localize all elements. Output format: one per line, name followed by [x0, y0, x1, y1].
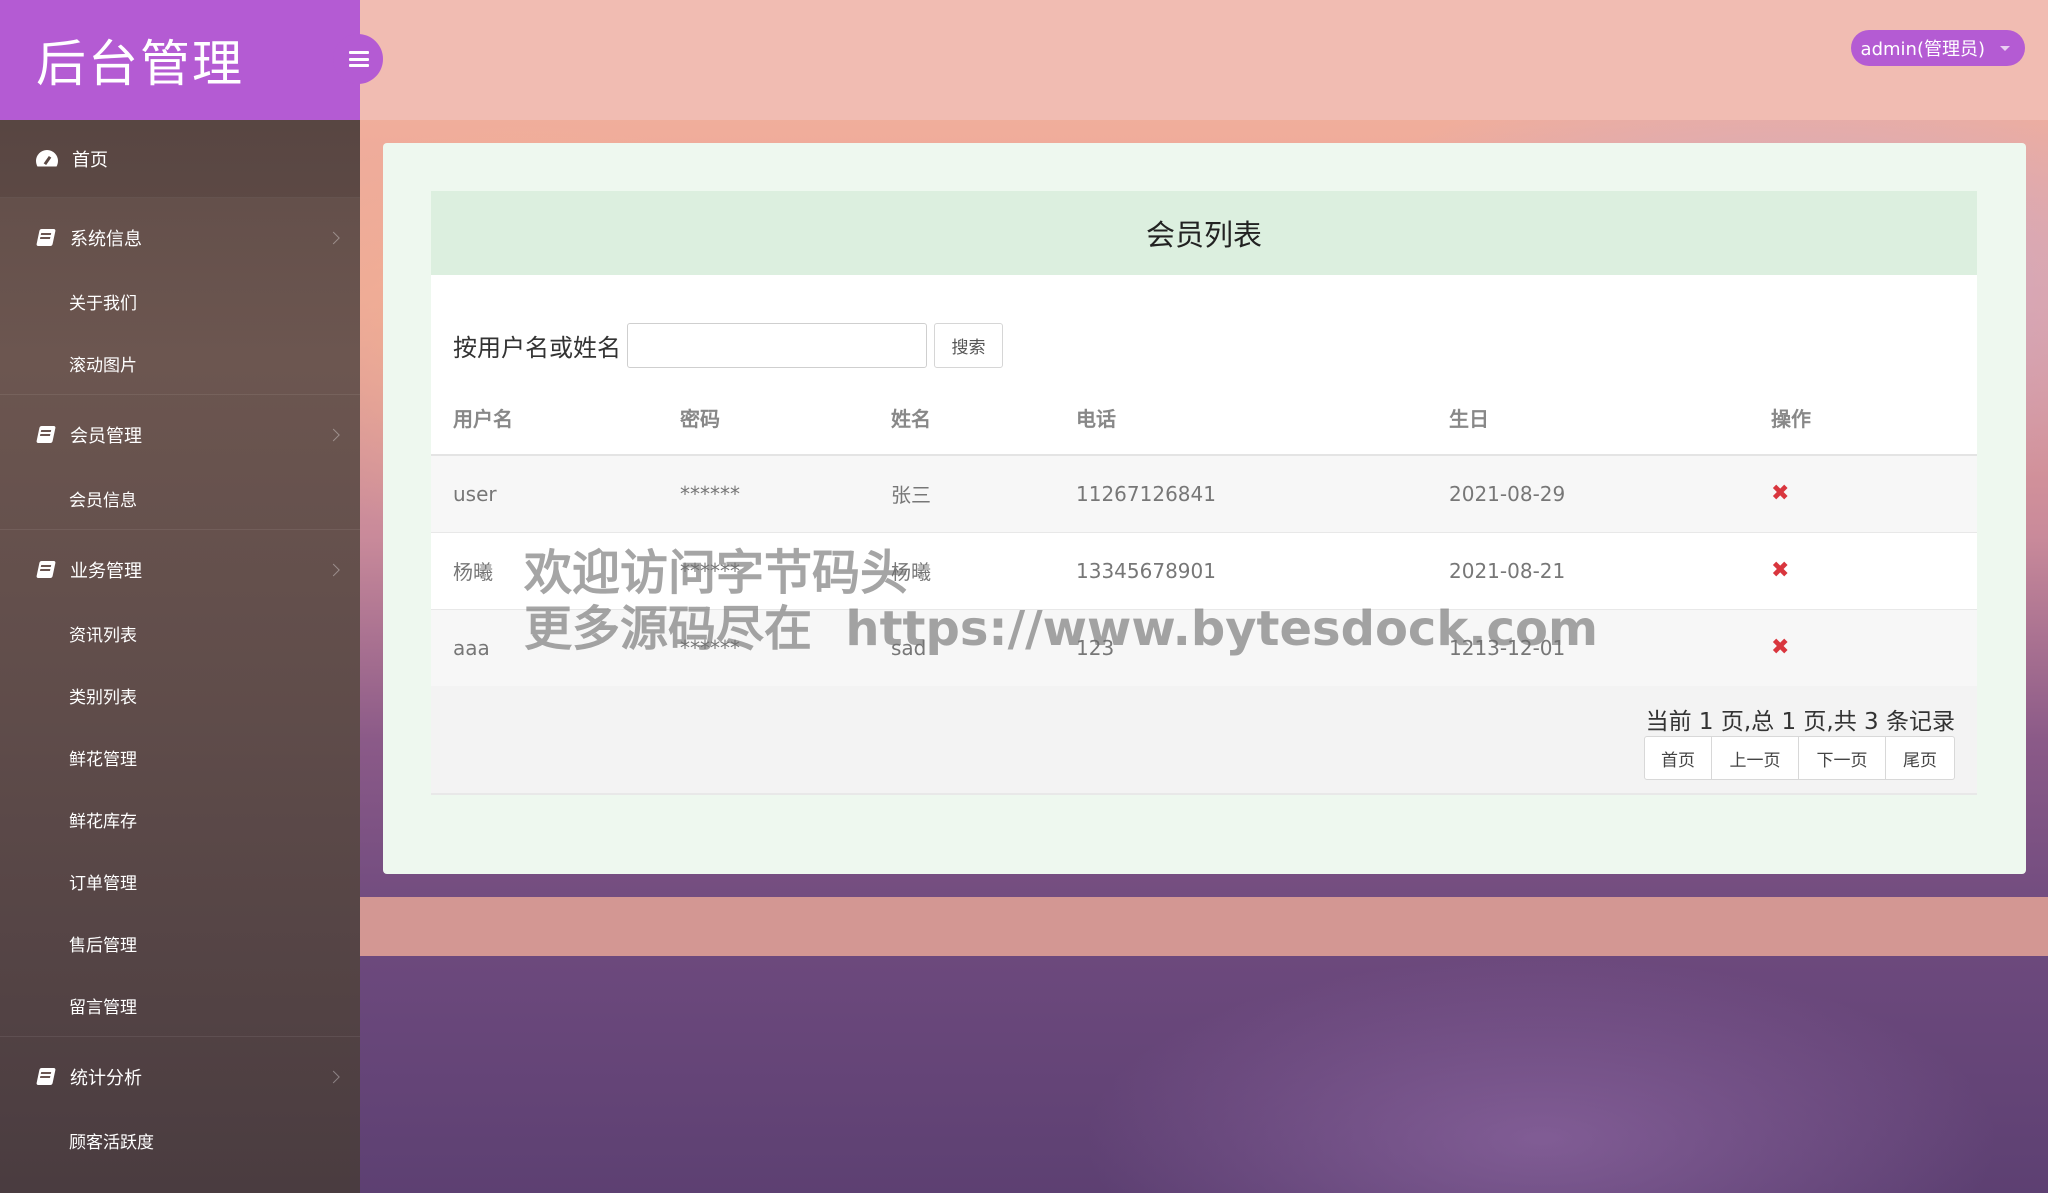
- pagination-info: 当前 1 页,总 1 页,共 3 条记录: [1645, 709, 1955, 735]
- sidebar-item-orders[interactable]: 订单管理: [0, 850, 360, 912]
- sidebar-group-header-stats[interactable]: 统计分析: [0, 1037, 360, 1117]
- book-icon: [36, 1068, 56, 1086]
- sidebar-item-news[interactable]: 资讯列表: [0, 602, 360, 664]
- hamburger-icon: [349, 51, 369, 67]
- cell-action: ✖: [1749, 455, 1977, 533]
- app-logo: 后台管理: [0, 0, 360, 120]
- book-icon: [36, 229, 56, 247]
- cell-phone: 13345678901: [1054, 532, 1427, 610]
- prev-page-button[interactable]: 上一页: [1711, 736, 1799, 780]
- footer-strip: [360, 897, 2048, 956]
- table-header-row: 用户名 密码 姓名 电话 生日 操作: [431, 381, 1977, 456]
- search-input[interactable]: [627, 323, 927, 368]
- book-icon: [36, 426, 56, 444]
- column-header-phone: 电话: [1054, 381, 1427, 456]
- sidebar-item-categories[interactable]: 类别列表: [0, 664, 360, 726]
- table-row: 杨曦 ****** 杨曦 13345678901 2021-08-21 ✖: [431, 532, 1977, 610]
- cell-action: ✖: [1749, 609, 1977, 687]
- top-bar: admin(管理员): [360, 0, 2048, 120]
- cell-password: ******: [658, 455, 869, 533]
- cell-birthday: 1213-12-01: [1427, 609, 1749, 687]
- cell-phone: 11267126841: [1054, 455, 1427, 533]
- cell-password: ******: [658, 609, 869, 687]
- table-row: user ****** 张三 11267126841 2021-08-29 ✖: [431, 455, 1977, 533]
- chevron-right-icon: [327, 563, 340, 577]
- column-header-action: 操作: [1749, 381, 1977, 456]
- sidebar-item-after-sales[interactable]: 售后管理: [0, 912, 360, 974]
- next-page-button[interactable]: 下一页: [1798, 736, 1886, 780]
- cell-action: ✖: [1749, 532, 1977, 610]
- last-page-button[interactable]: 尾页: [1885, 736, 1955, 780]
- sidebar: 后台管理 首页 系统信息 关于我们 滚动图片 会员管理 会员信息 业务管理 资讯…: [0, 0, 360, 1193]
- first-page-button[interactable]: 首页: [1644, 736, 1712, 780]
- sidebar-group-header-system[interactable]: 系统信息: [0, 198, 360, 278]
- chevron-right-icon: [327, 1070, 340, 1084]
- column-header-name: 姓名: [869, 381, 1054, 456]
- column-header-birthday: 生日: [1427, 381, 1749, 456]
- delete-icon[interactable]: ✖: [1771, 635, 1789, 660]
- search-bar: 按用户名或姓名 搜索: [453, 323, 1003, 368]
- member-table: 用户名 密码 姓名 电话 生日 操作 user ****** 张三 112671…: [431, 381, 1977, 687]
- sidebar-group-label: 会员管理: [70, 426, 142, 447]
- sidebar-group-label: 统计分析: [70, 1068, 142, 1089]
- sidebar-group-label: 业务管理: [70, 561, 142, 582]
- cell-username: 杨曦: [431, 532, 658, 610]
- book-icon: [36, 561, 56, 579]
- delete-icon[interactable]: ✖: [1771, 558, 1789, 583]
- sidebar-group-business: 业务管理 资讯列表 类别列表 鲜花管理 鲜花库存 订单管理 售后管理 留言管理: [0, 530, 360, 1037]
- sidebar-item-activity[interactable]: 顾客活跃度: [0, 1109, 360, 1171]
- delete-icon[interactable]: ✖: [1771, 481, 1789, 506]
- sidebar-group-members: 会员管理 会员信息: [0, 395, 360, 530]
- sidebar-item-messages[interactable]: 留言管理: [0, 974, 360, 1036]
- table-row: aaa ****** sad 123 1213-12-01 ✖: [431, 609, 1977, 687]
- sidebar-group-label: 系统信息: [70, 229, 142, 250]
- sidebar-item-about[interactable]: 关于我们: [0, 270, 360, 332]
- cell-name: sad: [869, 609, 1054, 687]
- member-list-panel: 会员列表 按用户名或姓名 搜索 用户名 密码 姓名 电话 生日 操作 user: [431, 191, 1977, 795]
- caret-down-icon: [2000, 46, 2010, 51]
- panel-title: 会员列表: [431, 191, 1977, 275]
- sidebar-group-header-members[interactable]: 会员管理: [0, 395, 360, 475]
- sidebar-group-system: 系统信息 关于我们 滚动图片: [0, 198, 360, 395]
- sidebar-item-carousel[interactable]: 滚动图片: [0, 332, 360, 394]
- cell-password: ******: [658, 532, 869, 610]
- user-name: admin(管理员): [1860, 39, 1985, 60]
- sidebar-item-member-info[interactable]: 会员信息: [0, 467, 360, 529]
- cell-username: user: [431, 455, 658, 533]
- sidebar-item-stock[interactable]: 鲜花库存: [0, 788, 360, 850]
- dashboard-icon: [36, 150, 58, 168]
- cell-name: 杨曦: [869, 532, 1054, 610]
- column-header-password: 密码: [658, 381, 869, 456]
- search-label: 按用户名或姓名: [453, 334, 621, 362]
- cell-birthday: 2021-08-29: [1427, 455, 1749, 533]
- sidebar-group-stats: 统计分析 顾客活跃度: [0, 1037, 360, 1171]
- chevron-right-icon: [327, 428, 340, 442]
- column-header-username: 用户名: [431, 381, 658, 456]
- cell-phone: 123: [1054, 609, 1427, 687]
- chevron-right-icon: [327, 231, 340, 245]
- sidebar-item-home[interactable]: 首页: [0, 120, 360, 198]
- user-menu-button[interactable]: admin(管理员): [1850, 30, 2025, 66]
- cell-username: aaa: [431, 609, 658, 687]
- content-card: 会员列表 按用户名或姓名 搜索 用户名 密码 姓名 电话 生日 操作 user: [383, 143, 2026, 874]
- sidebar-group-header-business[interactable]: 业务管理: [0, 530, 360, 610]
- sidebar-item-flowers[interactable]: 鲜花管理: [0, 726, 360, 788]
- pagination-buttons: 首页 上一页 下一页 尾页: [1644, 736, 1955, 780]
- search-button[interactable]: 搜索: [934, 323, 1003, 368]
- cell-birthday: 2021-08-21: [1427, 532, 1749, 610]
- sidebar-item-label: 首页: [72, 149, 108, 171]
- pagination: 当前 1 页,总 1 页,共 3 条记录 首页 上一页 下一页 尾页: [431, 686, 1977, 795]
- sidebar-toggle-button[interactable]: [333, 34, 383, 84]
- cell-name: 张三: [869, 455, 1054, 533]
